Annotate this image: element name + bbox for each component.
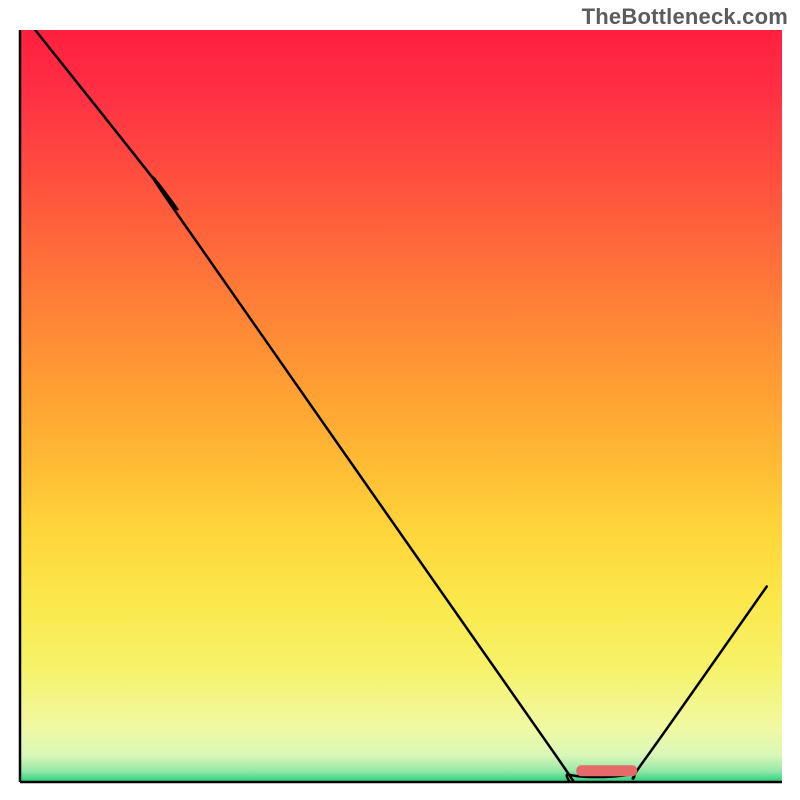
optimal-marker [576,765,637,776]
chart-wrapper: TheBottleneck.com [0,0,800,800]
plot-area [20,30,782,800]
gradient-background [20,30,782,782]
bottleneck-chart [0,0,800,800]
watermark-text: TheBottleneck.com [582,4,788,30]
